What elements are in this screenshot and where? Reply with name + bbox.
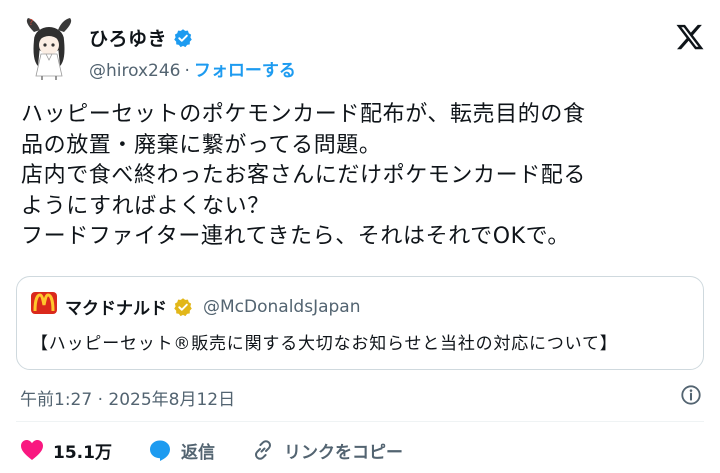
reply-icon: [149, 440, 170, 461]
quote-author-name: マクドナルド: [65, 299, 167, 319]
follow-button[interactable]: フォローする: [194, 61, 296, 81]
tweet-text: ハッピーセットのポケモンカード配布が、転売目的の食 品の放置・廃棄に繋がってる問…: [21, 102, 587, 249]
heart-icon: [21, 440, 43, 460]
svg-text:?: ?: [29, 18, 33, 27]
like-button[interactable]: 15.1万: [20, 438, 112, 463]
like-count: 15.1万: [53, 442, 112, 463]
author-handle[interactable]: @hirox246: [89, 61, 181, 81]
quote-text: 【ハッピーセット®販売に関する大切なお知らせと当社の対応について】: [31, 334, 618, 354]
gold-verified-badge-icon: [174, 297, 192, 316]
verified-badge-icon: [174, 28, 192, 47]
tweet-card: ? ひろゆき @hirox246 · フォローする ハッピーセットのポケモンカード配…: [0, 0, 720, 473]
quoted-tweet[interactable]: マクドナルド @McDonaldsJapan 【ハッピーセット®販売に関する大切…: [16, 276, 704, 370]
author-display-name[interactable]: ひろゆき: [89, 24, 167, 51]
link-icon: [254, 440, 271, 460]
info-icon[interactable]: [680, 384, 702, 406]
copy-link-button[interactable]: リンクをコピー: [251, 438, 403, 463]
handle-row: @hirox246 · フォローする: [89, 56, 296, 81]
tweet-timestamp[interactable]: 午前1:27 · 2025年8月12日: [20, 385, 235, 410]
reply-label: 返信: [180, 442, 215, 463]
reply-button[interactable]: 返信: [148, 438, 215, 463]
action-bar: 15.1万 返信 リンクをコピー: [20, 436, 403, 464]
x-logo-icon[interactable]: [675, 22, 705, 52]
separator: ·: [184, 61, 190, 81]
copy-link-label: リンクをコピー: [283, 442, 403, 463]
quote-author-handle: @McDonaldsJapan: [203, 296, 361, 317]
mcdonalds-logo: [31, 292, 57, 314]
avatar[interactable]: ?: [20, 16, 78, 80]
divider: [16, 421, 704, 422]
author-name-row: ひろゆき: [89, 24, 193, 51]
quote-author-row: マクドナルド @McDonaldsJapan: [65, 294, 361, 320]
